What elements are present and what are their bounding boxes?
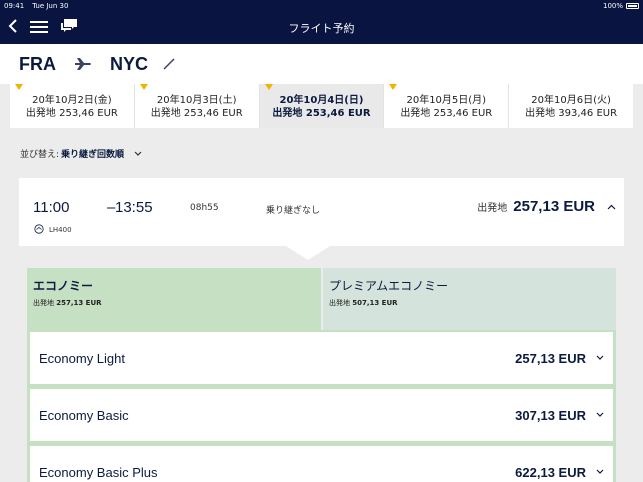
chevron-up-icon[interactable] (607, 204, 616, 210)
chevron-down-icon[interactable] (596, 355, 604, 361)
date-label: 20年10月3日(土) (156, 95, 237, 106)
cabin-price: 出発地 507,13 EUR (329, 298, 610, 308)
departure-time: 11:00 (33, 199, 70, 216)
cabin-price-amount: 257,13 EUR (56, 299, 102, 307)
flight-duration: 08h55 (190, 203, 219, 213)
plane-icon (74, 57, 92, 71)
battery-percent: 100% (602, 2, 623, 10)
date-label: 20年10月2日(金) (32, 95, 112, 106)
battery-icon (626, 3, 639, 9)
fare-row-economy-basic[interactable]: Economy Basic 307,13 EUR (30, 389, 613, 441)
cabin-tab-premium-economy[interactable]: プレミアムエコノミー 出発地 507,13 EUR (323, 268, 616, 330)
fare-name: Economy Light (39, 350, 125, 366)
date-tab[interactable]: 20年10月3日(土) 出発地 253,46 EUR (135, 84, 260, 128)
edit-icon[interactable] (162, 57, 176, 71)
status-time: 09:41 (4, 2, 25, 10)
cabin-price-amount: 507,13 EUR (352, 299, 398, 307)
date-price: 出発地 253,46 EUR (272, 108, 371, 119)
status-right: 100% (603, 2, 639, 10)
chevron-down-icon[interactable] (596, 412, 604, 418)
price-prefix: 出発地 (33, 299, 54, 307)
date-tab[interactable]: 20年10月6日(火) 出発地 393,46 EUR (509, 84, 633, 128)
airline-logo-icon (34, 224, 44, 236)
sort-label: 並び替え: (20, 150, 60, 160)
date-label: 20年10月5日(月) (406, 95, 487, 106)
fare-price: 622,13 EUR (515, 464, 586, 480)
fare-row-economy-basic-plus[interactable]: Economy Basic Plus 622,13 EUR (30, 446, 613, 482)
cabin-tabs: エコノミー 出発地 257,13 EUR プレミアムエコノミー 出発地 507,… (27, 268, 616, 330)
destination-code: NYC (110, 53, 149, 74)
page-title: フライト予約 (288, 22, 355, 35)
fare-price: 257,13 EUR (515, 350, 586, 366)
fare-name: Economy Basic (39, 407, 129, 423)
sort-selector[interactable]: 並び替え: 乗り継ぎ回数順 (20, 147, 142, 160)
chevron-down-icon[interactable] (596, 469, 604, 475)
fare-row-economy-light[interactable]: Economy Light 257,13 EUR (30, 332, 613, 384)
date-price: 出発地 393,46 EUR (525, 108, 618, 119)
date-tab[interactable]: 20年10月2日(金) 出発地 253,46 EUR (10, 84, 135, 128)
date-price: 出発地 253,46 EUR (150, 108, 243, 119)
marker-icon (139, 84, 148, 90)
cabin-name: プレミアムエコノミー (329, 279, 449, 293)
fare-name: Economy Basic Plus (39, 464, 158, 480)
marker-icon (264, 84, 273, 90)
date-label: 20年10月4日(日) (279, 95, 364, 106)
fare-list: Economy Light 257,13 EUR Economy Basic 3… (27, 330, 616, 482)
cabin-price: 出発地 257,13 EUR (33, 298, 315, 308)
flight-price: 出発地 257,13 EUR (477, 198, 616, 215)
price-prefix: 出発地 (329, 299, 350, 307)
status-bar: 09:41 Tue Jun 30 100% (0, 0, 643, 12)
flight-number-text: LH400 (49, 226, 72, 234)
menu-icon[interactable] (30, 19, 48, 38)
back-icon[interactable] (8, 18, 18, 38)
cabin-tab-economy[interactable]: エコノミー 出発地 257,13 EUR (27, 268, 321, 330)
marker-icon (15, 84, 23, 90)
date-price: 出発地 253,46 EUR (25, 108, 118, 119)
fare-price: 307,13 EUR (515, 407, 586, 423)
chevron-down-icon (134, 151, 142, 157)
arrival-time: 13:55 (115, 199, 153, 216)
flight-card[interactable]: 11:00 – 13:55 08h55 乗り継ぎなし 出発地 257,13 EU… (19, 178, 624, 246)
nav-icons (0, 18, 78, 38)
nav-bar: フライト予約 (0, 12, 643, 44)
price-prefix: 出発地 (477, 203, 508, 214)
date-selector: 20年10月2日(金) 出発地 253,46 EUR 20年10月3日(土) 出… (10, 84, 633, 128)
cabin-name: エコノミー (33, 279, 94, 293)
sort-value: 乗り継ぎ回数順 (61, 150, 125, 160)
route-header: FRA NYC (0, 44, 643, 84)
date-tab[interactable]: 20年10月5日(月) 出発地 253,46 EUR (384, 84, 510, 128)
marker-icon (389, 84, 398, 90)
flight-stops: 乗り継ぎなし (266, 206, 321, 216)
date-tab-selected[interactable]: 20年10月4日(日) 出発地 253,46 EUR (259, 84, 385, 128)
chat-icon[interactable] (60, 18, 78, 38)
status-date: Tue Jun 30 (32, 2, 69, 10)
card-notch (286, 246, 330, 260)
origin-code: FRA (19, 53, 56, 74)
price-amount: 257,13 EUR (513, 198, 595, 215)
date-label: 20年10月6日(火) (531, 95, 611, 106)
flight-number: LH400 (34, 224, 72, 236)
date-price: 出発地 253,46 EUR (400, 108, 493, 119)
